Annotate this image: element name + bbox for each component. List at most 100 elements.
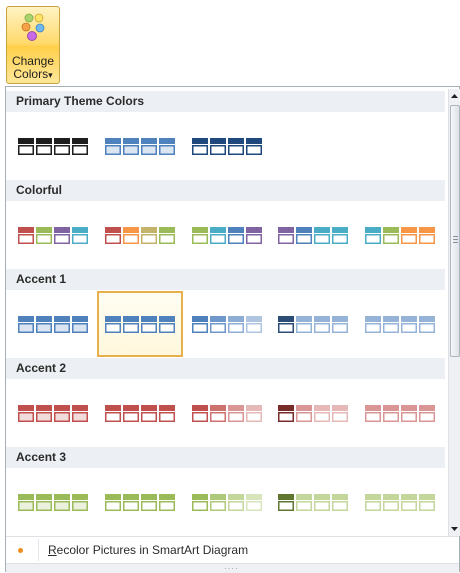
- swatch-bar-top: [210, 405, 226, 411]
- swatch-bar-top: [123, 227, 139, 233]
- swatch-preview-icon: [192, 316, 262, 333]
- swatch-bar-top: [246, 227, 262, 233]
- swatch-bar-top: [383, 405, 399, 411]
- swatch-preview-icon: [365, 316, 435, 333]
- color-variation-swatch[interactable]: [10, 202, 96, 268]
- swatch-bar-bottom: [72, 501, 88, 511]
- swatch-bar-bottom: [296, 501, 312, 511]
- swatch-preview-icon: [278, 316, 348, 333]
- swatch-bar-top: [54, 138, 70, 144]
- swatch-bar-top: [123, 405, 139, 411]
- change-colors-label-line2: Colors: [13, 67, 49, 81]
- color-variation-swatch[interactable]: [184, 469, 270, 535]
- swatch-preview-icon: [105, 494, 175, 511]
- swatch-bar-bottom: [314, 412, 330, 422]
- swatch-bar-top: [36, 405, 52, 411]
- scroll-up-arrow-icon[interactable]: [449, 89, 460, 103]
- swatch-bar-bottom: [419, 501, 435, 511]
- section-header: Accent 2: [6, 358, 445, 379]
- color-variation-swatch[interactable]: [357, 291, 443, 357]
- color-variation-swatch[interactable]: [357, 202, 443, 268]
- scroll-down-arrow-icon[interactable]: [449, 522, 460, 536]
- swatch-bar-top: [159, 405, 175, 411]
- footer-divider: [38, 539, 39, 561]
- swatch-preview-icon: [105, 405, 175, 422]
- color-variation-swatch[interactable]: [10, 113, 96, 179]
- color-variation-swatch[interactable]: [184, 291, 270, 357]
- color-variation-swatch[interactable]: [97, 202, 183, 268]
- swatch-preview-icon: [18, 405, 88, 422]
- color-variation-swatch[interactable]: [10, 469, 96, 535]
- swatch-bar-bottom: [383, 323, 399, 333]
- color-variation-swatch[interactable]: [270, 469, 356, 535]
- swatch-bar-top: [18, 405, 34, 411]
- swatch-bar-bottom: [419, 234, 435, 244]
- swatch-bar-top: [72, 316, 88, 322]
- swatch-bar-bottom: [123, 323, 139, 333]
- swatch-bar-bottom: [278, 323, 294, 333]
- swatch-bar-top: [383, 316, 399, 322]
- swatch-bar-bottom: [210, 145, 226, 155]
- swatch-bar-bottom: [365, 234, 381, 244]
- swatch-bar-top: [332, 405, 348, 411]
- swatch-bar-bottom: [383, 412, 399, 422]
- color-variation-swatch[interactable]: [97, 469, 183, 535]
- swatch-bar-bottom: [296, 323, 312, 333]
- swatch-bar-bottom: [332, 412, 348, 422]
- swatch-bar-bottom: [278, 412, 294, 422]
- swatch-bar-bottom: [246, 412, 262, 422]
- swatch-preview-icon: [192, 405, 262, 422]
- swatch-bar-top: [383, 494, 399, 500]
- swatch-bar-bottom: [365, 501, 381, 511]
- swatch-preview-icon: [192, 227, 262, 244]
- swatch-bar-top: [192, 138, 208, 144]
- swatch-bar-bottom: [72, 412, 88, 422]
- swatch-bar-bottom: [401, 234, 417, 244]
- swatch-bar-bottom: [246, 323, 262, 333]
- swatch-bar-top: [296, 494, 312, 500]
- color-variation-swatch[interactable]: [97, 380, 183, 446]
- swatch-preview-icon: [192, 138, 262, 155]
- swatch-preview-icon: [18, 494, 88, 511]
- swatch-bar-bottom: [54, 501, 70, 511]
- swatch-bar-bottom: [123, 145, 139, 155]
- swatch-bar-bottom: [210, 412, 226, 422]
- color-variation-swatch[interactable]: [270, 202, 356, 268]
- swatch-bar-bottom: [192, 501, 208, 511]
- swatch-bar-top: [210, 227, 226, 233]
- swatch-bar-bottom: [246, 234, 262, 244]
- color-variation-swatch[interactable]: [10, 380, 96, 446]
- recolor-pictures-label: Recolor Pictures in SmartArt Diagram: [48, 543, 249, 557]
- color-dots-icon: [21, 13, 45, 41]
- swatch-bar-top: [72, 227, 88, 233]
- color-variation-swatch[interactable]: [357, 469, 443, 535]
- swatch-bar-bottom: [332, 501, 348, 511]
- scrollbar[interactable]: [448, 89, 460, 536]
- color-variation-swatch[interactable]: [184, 380, 270, 446]
- swatch-bar-bottom: [159, 323, 175, 333]
- color-variation-swatch[interactable]: [357, 380, 443, 446]
- scrollbar-thumb[interactable]: [450, 105, 460, 357]
- color-variation-swatch[interactable]: [10, 291, 96, 357]
- swatch-bar-top: [54, 227, 70, 233]
- swatch-preview-icon: [278, 405, 348, 422]
- recolor-pictures-item[interactable]: Recolor Pictures in SmartArt Diagram: [6, 536, 459, 563]
- swatch-bar-top: [314, 316, 330, 322]
- change-colors-button[interactable]: Change Colors▾: [6, 6, 60, 84]
- color-variation-swatch[interactable]: [97, 113, 183, 179]
- swatch-bar-bottom: [72, 234, 88, 244]
- swatch-bar-bottom: [159, 412, 175, 422]
- swatch-bar-top: [72, 494, 88, 500]
- dropdown-arrow-icon: ▾: [48, 70, 53, 80]
- swatch-bar-bottom: [18, 501, 34, 511]
- swatch-bar-bottom: [332, 234, 348, 244]
- color-variation-swatch[interactable]: [184, 113, 270, 179]
- color-variation-swatch[interactable]: [184, 202, 270, 268]
- swatch-bar-top: [72, 138, 88, 144]
- swatch-bar-bottom: [383, 234, 399, 244]
- color-variation-swatch[interactable]: [270, 380, 356, 446]
- swatch-bar-bottom: [314, 234, 330, 244]
- swatch-bar-top: [141, 138, 157, 144]
- color-variation-swatch[interactable]: [97, 291, 183, 357]
- color-variation-swatch[interactable]: [270, 291, 356, 357]
